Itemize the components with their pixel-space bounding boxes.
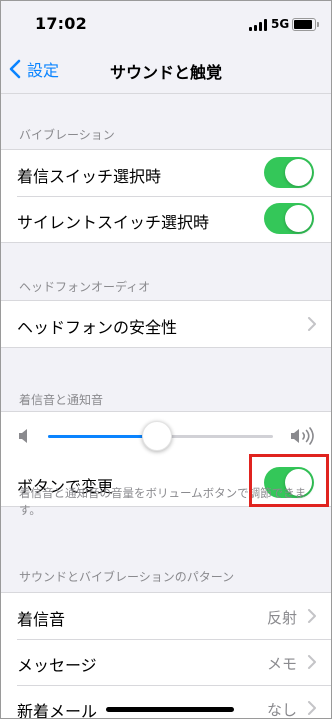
ringtone-row[interactable]: 着信音 反射 <box>1 593 331 639</box>
speaker-low-icon <box>19 429 27 443</box>
network-type: 5G <box>271 17 290 31</box>
chevron-right-icon <box>308 701 316 715</box>
chevron-right-icon <box>308 609 316 623</box>
status-time: 17:02 <box>35 14 87 33</box>
message-tone-row[interactable]: メッセージ メモ <box>1 639 331 685</box>
headphone-group: ヘッドフォンの安全性 <box>1 300 331 348</box>
row-value: メモ <box>266 655 297 673</box>
section-header-patterns: サウンドとバイブレーションのパターン <box>19 570 235 584</box>
battery-icon <box>292 18 319 31</box>
navigation-bar: 設定 サウンドと触覚 <box>1 45 331 94</box>
cellular-signal-icon <box>249 19 269 31</box>
headphone-safety-row[interactable]: ヘッドフォンの安全性 <box>1 301 331 347</box>
volume-slider-thumb[interactable] <box>142 421 172 451</box>
settings-screen: 17:02 5G 設定 サウンドと触覚 バイブレーション 着信スイッチ選択時 サ… <box>0 0 332 719</box>
chevron-right-icon <box>308 655 316 669</box>
volume-slider-row <box>1 412 331 460</box>
volume-slider-fill <box>48 435 156 438</box>
vibration-silent-row: サイレントスイッチ選択時 <box>1 196 331 242</box>
chevron-right-icon <box>308 317 316 331</box>
row-label: 着信スイッチ選択時 <box>17 167 162 186</box>
vibration-ring-row: 着信スイッチ選択時 <box>1 150 331 196</box>
status-bar: 17:02 5G <box>1 1 331 45</box>
vibrate-on-ring-toggle[interactable] <box>264 157 314 188</box>
vibrate-on-silent-toggle[interactable] <box>264 203 314 234</box>
row-value: 反射 <box>266 609 297 627</box>
row-value: なし <box>266 701 297 719</box>
new-mail-row[interactable]: 新着メール なし <box>1 685 331 719</box>
row-label: サイレントスイッチ選択時 <box>17 213 210 232</box>
section-header-ringer: 着信音と通知音 <box>19 393 104 407</box>
speaker-high-icon <box>291 427 314 445</box>
row-label: 着信音 <box>17 610 66 629</box>
row-label: 新着メール <box>17 702 98 719</box>
row-label: ヘッドフォンの安全性 <box>17 318 178 337</box>
section-header-headphone: ヘッドフォンオーディオ <box>19 280 151 294</box>
vibration-group: 着信スイッチ選択時 サイレントスイッチ選択時 <box>1 149 331 243</box>
row-label: メッセージ <box>17 656 97 675</box>
patterns-group: 着信音 反射 メッセージ メモ 新着メール なし <box>1 592 331 719</box>
highlight-box <box>249 454 329 507</box>
section-header-vibration: バイブレーション <box>19 128 115 142</box>
page-title: サウンドと触覚 <box>109 63 222 82</box>
home-indicator[interactable] <box>106 707 234 712</box>
